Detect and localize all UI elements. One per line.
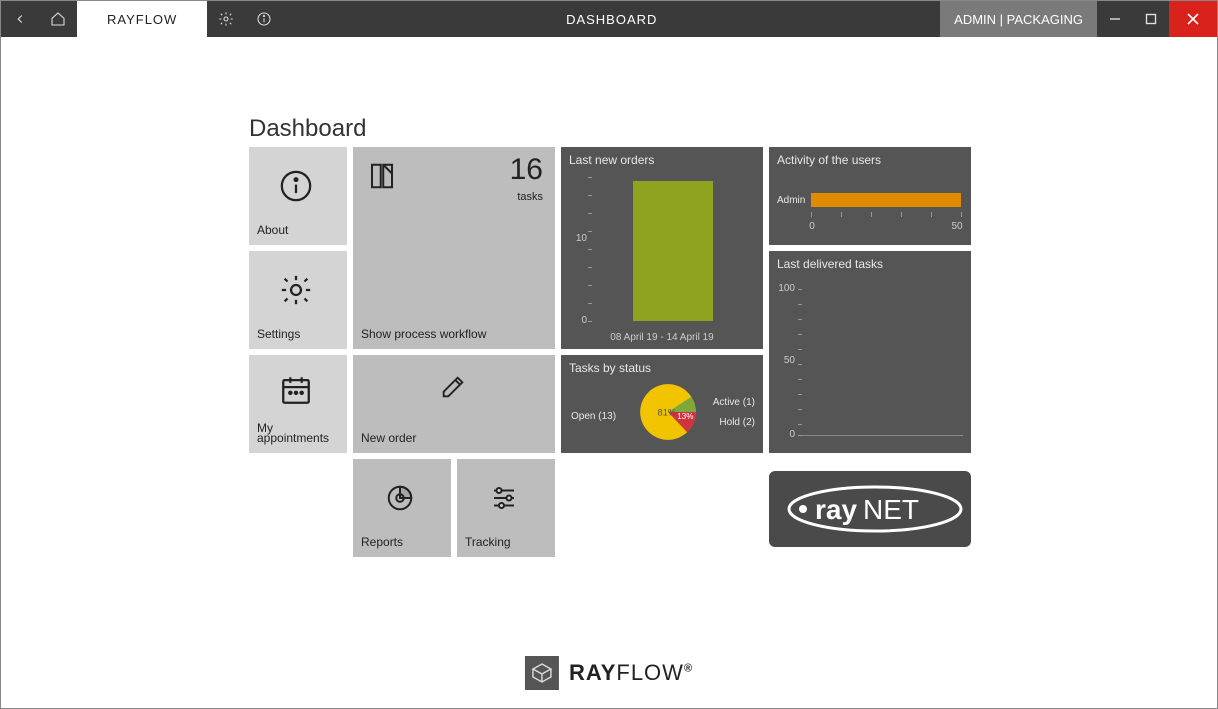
tile-label: Reports — [361, 535, 403, 549]
reports-icon — [385, 483, 415, 513]
tile-workflow[interactable]: 16 tasks Show process workflow — [353, 147, 555, 349]
minimize-button[interactable] — [1097, 1, 1133, 37]
raynet-logo: ray NET — [769, 471, 971, 547]
tile-tracking[interactable]: Tracking — [457, 459, 555, 557]
gear-icon — [279, 273, 313, 307]
user-badge[interactable]: ADMIN | PACKAGING — [940, 1, 1097, 37]
rayflow-cube-icon — [525, 656, 559, 690]
svg-text:13%: 13% — [677, 412, 693, 421]
tile-settings[interactable]: Settings — [249, 251, 347, 349]
titlebar: RAYFLOW DASHBOARD ADMIN | PACKAGING — [1, 1, 1217, 37]
footer-logo: RAYFLOW® — [525, 656, 693, 690]
legend-active: Active (1) — [713, 397, 755, 408]
page-title: Dashboard — [249, 115, 366, 143]
workflow-count: 16 — [510, 153, 543, 187]
svg-text:NET: NET — [863, 494, 919, 525]
calendar-icon — [279, 373, 313, 407]
pie-chart: 81% 13% — [639, 383, 697, 441]
y-axis — [591, 177, 592, 327]
info-tab-button[interactable] — [245, 1, 283, 37]
back-button[interactable] — [1, 1, 39, 37]
y-tick: 50 — [769, 355, 795, 366]
activity-label: Admin — [777, 195, 805, 206]
tile-about[interactable]: About — [249, 147, 347, 245]
workflow-icon — [367, 161, 397, 191]
chart-title: Last delivered tasks — [777, 257, 883, 271]
tab-rayflow[interactable]: RAYFLOW — [77, 1, 207, 37]
tile-label-line2: appointments — [257, 431, 329, 445]
tile-tasks-status[interactable]: Tasks by status 81% 13% Open (13) Active… — [561, 355, 763, 453]
tile-label: Settings — [257, 327, 300, 341]
tile-activity[interactable]: Activity of the users Admin 0 50 — [769, 147, 971, 245]
content-area: Dashboard About Settings My ap — [1, 37, 1217, 708]
tile-label: New order — [361, 431, 416, 445]
tile-new-order[interactable]: New order — [353, 355, 555, 453]
chart-title: Last new orders — [569, 153, 654, 167]
x-axis — [811, 215, 961, 216]
svg-text:ray: ray — [815, 494, 857, 525]
tile-label: Show process workflow — [361, 327, 486, 341]
footer-brand: RAYFLOW® — [569, 660, 693, 686]
y-tick: 100 — [769, 283, 795, 294]
legend-hold: Hold (2) — [719, 417, 755, 428]
tile-label: Tracking — [465, 535, 511, 549]
home-button[interactable] — [39, 1, 77, 37]
x-label: 08 April 19 - 14 April 19 — [561, 332, 763, 343]
y-tick: 0 — [769, 429, 795, 440]
x-tick: 0 — [805, 221, 819, 232]
tab-label: RAYFLOW — [107, 12, 177, 27]
close-button[interactable] — [1169, 1, 1217, 37]
user-label: ADMIN | PACKAGING — [954, 12, 1083, 27]
window-title: DASHBOARD — [283, 1, 940, 37]
legend-open: Open (13) — [571, 411, 616, 422]
bar-admin — [811, 193, 961, 207]
edit-icon — [439, 373, 467, 401]
y-tick: 0 — [561, 315, 587, 326]
tile-delivered[interactable]: Last delivered tasks 100 50 0 — [769, 251, 971, 453]
tracking-icon — [489, 483, 519, 513]
settings-tab-button[interactable] — [207, 1, 245, 37]
tile-appointments[interactable]: My appointments — [249, 355, 347, 453]
chart-title: Tasks by status — [569, 361, 651, 375]
info-icon — [279, 169, 313, 203]
y-tick: 10 — [561, 233, 587, 244]
tile-label: About — [257, 223, 288, 237]
bar-orders — [633, 181, 713, 321]
tile-last-new-orders[interactable]: Last new orders 0 10 08 April 19 - 14 Ap… — [561, 147, 763, 349]
x-tick: 50 — [947, 221, 967, 232]
svg-text:81%: 81% — [658, 407, 677, 417]
chart-title: Activity of the users — [777, 153, 881, 167]
maximize-button[interactable] — [1133, 1, 1169, 37]
app-window: RAYFLOW DASHBOARD ADMIN | PACKAGING — [0, 0, 1218, 709]
tile-reports[interactable]: Reports — [353, 459, 451, 557]
workflow-count-sub: tasks — [517, 191, 543, 203]
